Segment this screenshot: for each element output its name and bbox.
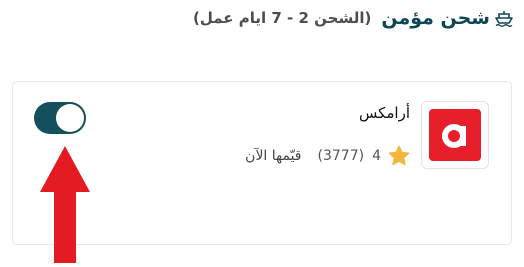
star-icon — [388, 145, 410, 166]
rating-value: 4 — [372, 148, 381, 164]
section-subtitle: (الشحن 2 - 7 ايام عمل) — [192, 9, 372, 27]
section-title: شحن مؤمن — [381, 7, 490, 29]
toggle-knob — [56, 104, 84, 132]
shipping-option-toggle[interactable] — [34, 102, 86, 134]
rate-now-link[interactable]: قيّمها الآن — [245, 148, 301, 164]
review-count: (3777) — [317, 148, 365, 164]
carrier-logo — [421, 101, 489, 169]
carrier-rating: 4 (3777) قيّمها الآن — [245, 143, 411, 169]
shipping-boat-icon — [495, 11, 513, 27]
arrow-up-icon — [40, 146, 90, 263]
aramex-logo-icon — [429, 109, 481, 161]
shipping-section-header: شحن مؤمن (الشحن 2 - 7 ايام عمل) — [193, 4, 514, 32]
carrier-name: أرامكس — [358, 104, 410, 122]
